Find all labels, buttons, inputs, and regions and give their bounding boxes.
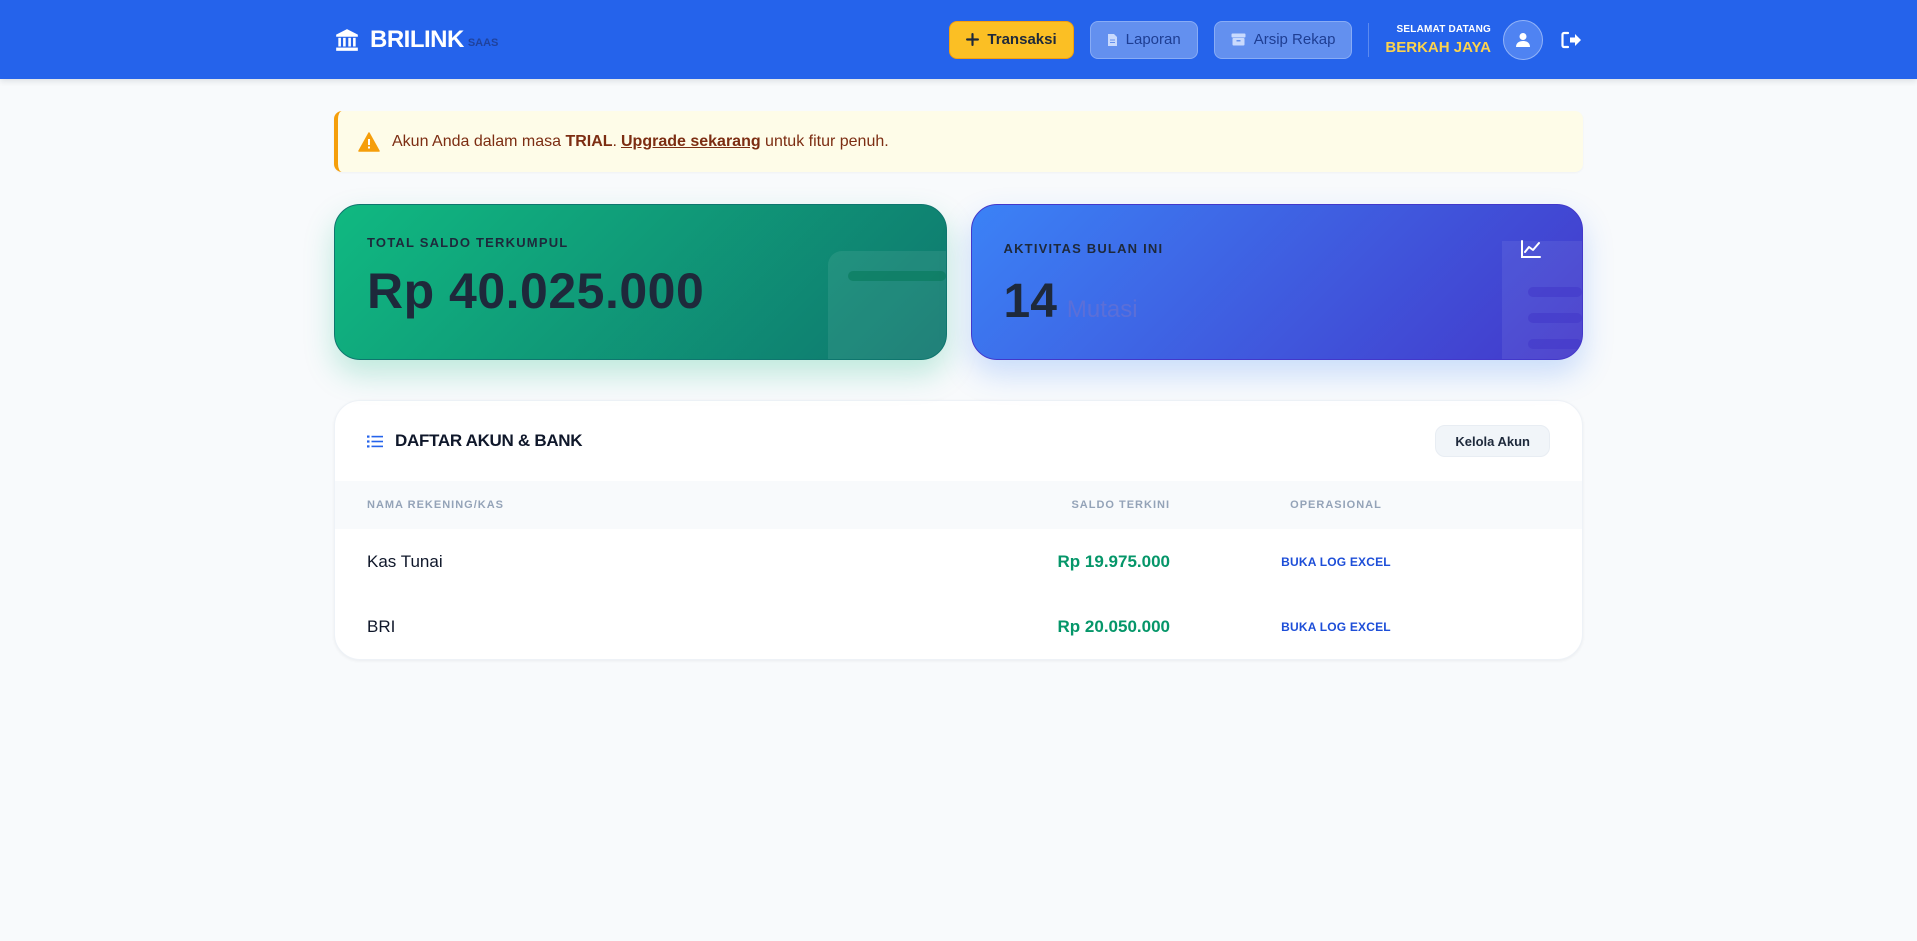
alert-status: TRIAL — [565, 132, 613, 150]
main-content: Akun Anda dalam masa TRIAL. Upgrade sekar… — [334, 79, 1583, 660]
alert-prefix: Akun Anda dalam masa — [392, 132, 566, 150]
open-log-link[interactable]: BUKA LOG EXCEL — [1170, 555, 1582, 569]
aktivitas-count: 14 Mutasi — [1004, 274, 1551, 329]
account-name: Kas Tunai — [367, 551, 443, 571]
trial-alert: Akun Anda dalam masa TRIAL. Upgrade sekar… — [334, 111, 1583, 172]
navbar-inner: BRILINK SAAS Transaksi Laporan Arsip Rek… — [334, 0, 1583, 79]
accounts-panel-header: DAFTAR AKUN & BANK Kelola Akun — [335, 401, 1582, 481]
receipt-line — [1528, 313, 1582, 323]
aktivitas-card: AKTIVITAS BULAN INI 14 Mutasi — [970, 204, 1583, 360]
bank-icon — [336, 28, 358, 51]
brand[interactable]: BRILINK SAAS — [334, 26, 498, 54]
arsip-rekap-label: Arsip Rekap — [1253, 31, 1336, 48]
logout-icon — [1560, 31, 1581, 48]
user-icon — [1516, 32, 1530, 47]
column-header-operation: OPERASIONAL — [1290, 499, 1382, 511]
accounts-title-text: DAFTAR AKUN & BANK — [395, 431, 583, 450]
wallet-decoration — [827, 251, 946, 359]
aktivitas-label: AKTIVITAS BULAN INI — [1003, 241, 1164, 256]
table-row: Kas Tunai Rp 19.975.000 BUKA LOG EXCEL — [335, 529, 1582, 594]
top-navbar: BRILINK SAAS Transaksi Laporan Arsip Rek… — [0, 0, 1917, 79]
open-log-link[interactable]: BUKA LOG EXCEL — [1170, 620, 1582, 634]
welcome-block: SELAMAT DATANG BERKAH JAYA — [1385, 24, 1491, 56]
alert-dot: . — [612, 132, 617, 150]
alert-suffix: untuk fitur penuh. — [760, 132, 889, 150]
welcome-label: SELAMAT DATANG — [1396, 23, 1491, 35]
account-name: BRI — [367, 616, 396, 636]
total-saldo-label: TOTAL SALDO TERKUMPUL — [367, 235, 569, 250]
account-balance: Rp 20.050.000 — [1057, 616, 1170, 636]
laporan-button[interactable]: Laporan — [1089, 20, 1198, 59]
avatar[interactable] — [1503, 19, 1543, 60]
archive-icon — [1231, 33, 1246, 46]
laporan-label: Laporan — [1125, 31, 1181, 48]
arsip-rekap-button[interactable]: Arsip Rekap — [1213, 20, 1353, 59]
nav-divider — [1368, 22, 1370, 57]
brand-sub: SAAS — [467, 36, 499, 49]
logout-button[interactable] — [1559, 28, 1583, 52]
total-saldo-card: TOTAL SALDO TERKUMPUL Rp 40.025.000 — [334, 204, 947, 360]
table-row: BRI Rp 20.050.000 BUKA LOG EXCEL — [335, 594, 1582, 659]
receipt-decoration — [1502, 241, 1582, 359]
list-icon — [367, 435, 383, 447]
warning-icon — [358, 131, 380, 152]
aktivitas-number: 14 — [1003, 275, 1057, 328]
plus-icon — [966, 33, 980, 46]
transaksi-button[interactable]: Transaksi — [949, 20, 1074, 59]
transaksi-label: Transaksi — [987, 31, 1057, 48]
accounts-panel: DAFTAR AKUN & BANK Kelola Akun NAMA REKE… — [334, 400, 1583, 660]
chart-line-icon — [1521, 240, 1541, 258]
column-header-balance: SALDO TERKINI — [1071, 499, 1170, 511]
accounts-title: DAFTAR AKUN & BANK — [367, 431, 583, 451]
table-header: NAMA REKENING/KAS SALDO TERKINI OPERASIO… — [335, 481, 1582, 529]
receipt-line — [1528, 339, 1582, 349]
user-name: BERKAH JAYA — [1385, 38, 1491, 56]
wallet-decoration-bar — [847, 271, 946, 281]
file-icon — [1107, 33, 1117, 46]
aktivitas-unit: Mutasi — [1066, 296, 1138, 323]
account-balance: Rp 19.975.000 — [1057, 551, 1170, 571]
upgrade-link[interactable]: Upgrade sekarang — [621, 133, 761, 151]
kelola-akun-button[interactable]: Kelola Akun — [1435, 425, 1550, 457]
brand-name: BRILINK — [370, 25, 464, 53]
receipt-line — [1528, 287, 1582, 297]
summary-cards: TOTAL SALDO TERKUMPUL Rp 40.025.000 AKTI… — [334, 204, 1583, 360]
column-header-name: NAMA REKENING/KAS — [367, 499, 504, 511]
